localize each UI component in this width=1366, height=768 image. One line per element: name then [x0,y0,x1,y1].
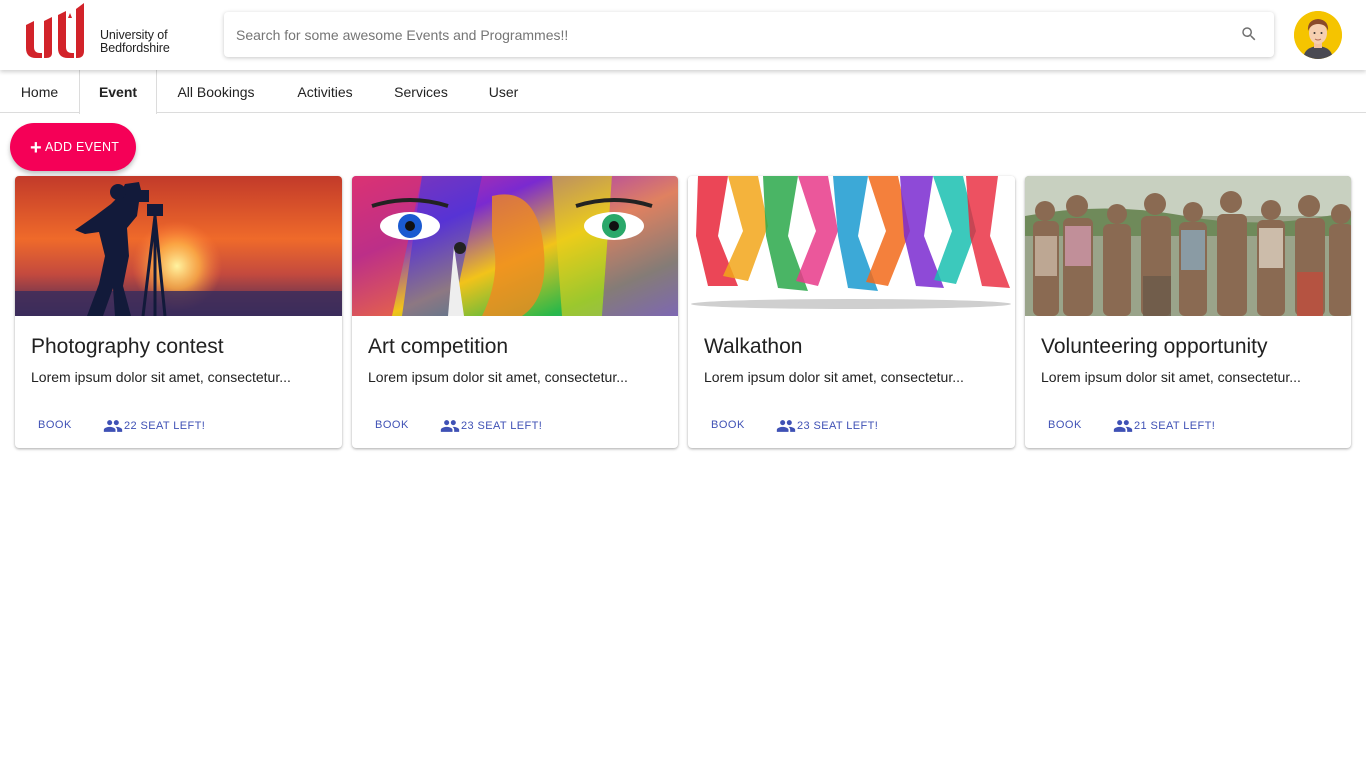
search-bar [224,12,1274,57]
people-icon [440,420,460,432]
book-button[interactable]: BOOK [38,419,72,431]
app-header: University of Bedfordshire [0,0,1366,70]
tab-home[interactable]: Home [0,70,79,113]
university-logo[interactable]: University of Bedfordshire [24,0,174,62]
event-card-walkathon: Walkathon Lorem ipsum dolor sit amet, co… [688,176,1015,448]
seats-left-label: 23 SEAT LEFT! [461,420,543,432]
tab-event[interactable]: Event [79,70,157,114]
book-button[interactable]: BOOK [1048,419,1082,431]
seats-left-indicator: 22 SEAT LEFT! [103,418,205,434]
event-image-photography[interactable] [15,176,342,316]
seats-left-label: 21 SEAT LEFT! [1134,420,1216,432]
logo-text-line2: Bedfordshire [100,41,170,55]
add-event-label: ADD EVENT [44,140,120,154]
running-legs-image [688,176,1015,316]
university-logo-mark [26,3,84,58]
tab-activities[interactable]: Activities [275,70,375,113]
painted-face-image [352,176,678,316]
photographer-silhouette-image [15,176,342,316]
people-icon [776,420,796,432]
event-card-art: Art competition Lorem ipsum dolor sit am… [352,176,678,448]
event-image-volunteering[interactable] [1025,176,1351,316]
event-title: Art competition [368,335,509,358]
add-event-button[interactable]: + ADD EVENT [10,123,136,171]
seats-left-label: 22 SEAT LEFT! [124,420,206,432]
plus-icon: + [30,136,42,159]
seats-left-indicator: 23 SEAT LEFT! [440,418,542,434]
seats-left-indicator: 23 SEAT LEFT! [776,418,878,434]
university-name: University of Bedfordshire [100,29,170,55]
event-title: Volunteering opportunity [1041,335,1268,358]
volunteers-group-image [1025,176,1351,316]
event-title: Photography contest [31,335,224,358]
event-description: Lorem ipsum dolor sit amet, consectetur.… [704,369,964,385]
people-icon [1113,420,1133,432]
book-button[interactable]: BOOK [375,419,409,431]
event-image-walkathon[interactable] [688,176,1015,316]
event-card-photography: Photography contest Lorem ipsum dolor si… [15,176,342,448]
user-avatar[interactable] [1294,11,1342,59]
tab-user[interactable]: User [467,70,540,113]
people-icon [103,420,123,432]
event-description: Lorem ipsum dolor sit amet, consectetur.… [368,369,628,385]
user-avatar-icon [1294,11,1342,59]
event-description: Lorem ipsum dolor sit amet, consectetur.… [1041,369,1301,385]
event-card-volunteering: Volunteering opportunity Lorem ipsum dol… [1025,176,1351,448]
seats-left-indicator: 21 SEAT LEFT! [1113,418,1215,434]
tab-all-bookings[interactable]: All Bookings [157,70,275,113]
search-input[interactable] [236,12,1216,57]
event-title: Walkathon [704,335,803,358]
search-icon[interactable] [1240,25,1258,43]
seats-left-label: 23 SEAT LEFT! [797,420,879,432]
book-button[interactable]: BOOK [711,419,745,431]
event-description: Lorem ipsum dolor sit amet, consectetur.… [31,369,291,385]
nav-tabs: Home Event All Bookings Activities Servi… [0,70,1366,114]
event-image-art[interactable] [352,176,678,316]
tab-services[interactable]: Services [375,70,467,113]
